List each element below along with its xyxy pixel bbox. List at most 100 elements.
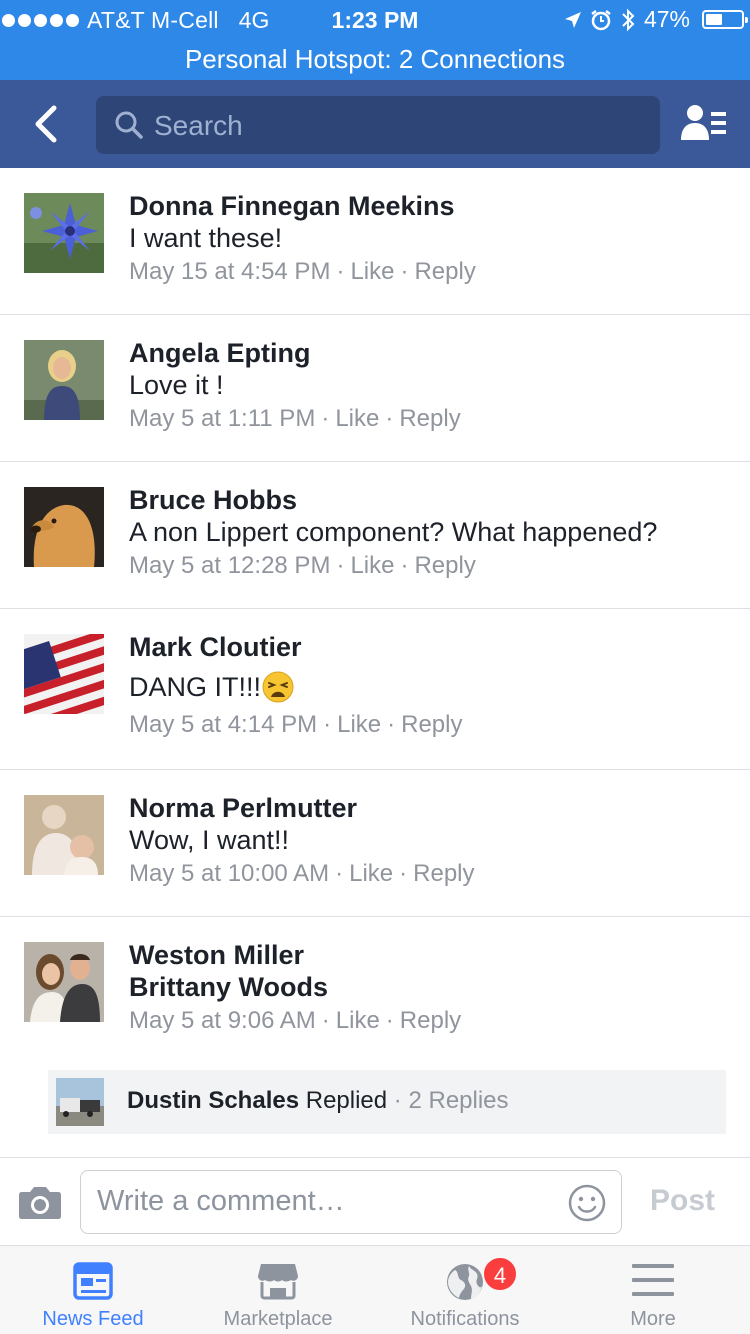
- comment-input[interactable]: Write a comment…: [80, 1170, 622, 1234]
- marketplace-icon: [258, 1264, 298, 1300]
- comment-timestamp: May 5 at 1:11 PM: [129, 405, 316, 432]
- comment-author[interactable]: Bruce Hobbs: [129, 484, 740, 516]
- comment-meta: May 5 at 9:06 AM · Like · Reply: [129, 1007, 462, 1034]
- comment-timestamp: May 15 at 4:54 PM: [129, 258, 331, 285]
- comment-text: I want these!: [129, 223, 283, 253]
- tab-notifications[interactable]: 4 Notifications: [372, 1246, 558, 1334]
- post-button[interactable]: Post: [650, 1184, 715, 1218]
- comment-meta: May 5 at 1:11 PM · Like · Reply: [129, 405, 461, 432]
- news-feed-icon: [73, 1262, 113, 1300]
- chevron-left-icon: [35, 105, 57, 143]
- avatar[interactable]: [24, 942, 104, 1022]
- comment-item: Mark Cloutier DANG IT!!! May 5 at 4:14 P…: [0, 609, 750, 770]
- comment-timestamp: May 5 at 4:14 PM: [129, 711, 318, 738]
- search-placeholder: Search: [154, 110, 243, 141]
- reply-author: Dustin Schales: [127, 1087, 300, 1114]
- menu-icon: [632, 1264, 674, 1296]
- tab-label: Marketplace: [223, 1308, 333, 1330]
- search-icon: [115, 111, 143, 139]
- back-button[interactable]: [26, 102, 66, 146]
- friends-list-button[interactable]: [680, 102, 728, 146]
- like-link[interactable]: Like: [350, 258, 394, 285]
- replies-preview-text: Dustin Schales Replied · 2 Replies: [127, 1087, 509, 1115]
- comment-meta: May 15 at 4:54 PM · Like · Reply: [129, 258, 476, 285]
- comment-body: Donna Finnegan Meekins I want these! May…: [129, 190, 740, 288]
- tab-marketplace[interactable]: Marketplace: [185, 1246, 371, 1334]
- comment-timestamp: May 5 at 9:06 AM: [129, 1007, 316, 1034]
- comment-timestamp: May 5 at 12:28 PM: [129, 552, 331, 579]
- search-input[interactable]: Search: [96, 96, 660, 154]
- tab-news-feed[interactable]: News Feed: [0, 1246, 186, 1334]
- nav-bar: Search: [0, 80, 750, 168]
- comment-author[interactable]: Weston Miller: [129, 939, 740, 971]
- comment-body: Bruce Hobbs A non Lippert component? Wha…: [129, 484, 740, 582]
- bluetooth-icon: [622, 8, 635, 31]
- tab-more[interactable]: More: [560, 1246, 746, 1334]
- comment-body: Weston Miller Brittany Woods May 5 at 9:…: [129, 939, 740, 1037]
- like-link[interactable]: Like: [335, 405, 379, 432]
- tagged-person[interactable]: Brittany Woods: [129, 971, 740, 1003]
- avatar[interactable]: [24, 634, 104, 714]
- reply-separator: ·: [393, 1087, 402, 1114]
- comment-body: Norma Perlmutter Wow, I want!! May 5 at …: [129, 792, 740, 890]
- like-link[interactable]: Like: [350, 552, 394, 579]
- reply-link[interactable]: Reply: [400, 1007, 461, 1034]
- comment-meta: May 5 at 12:28 PM · Like · Reply: [129, 552, 476, 579]
- comment-author[interactable]: Mark Cloutier: [129, 631, 740, 663]
- battery-icon: [702, 10, 748, 29]
- comment-item: Donna Finnegan Meekins I want these! May…: [0, 168, 750, 315]
- avatar[interactable]: [24, 340, 104, 420]
- hotspot-banner[interactable]: Personal Hotspot: 2 Connections: [0, 40, 750, 80]
- comment-timestamp: May 5 at 10:00 AM: [129, 860, 330, 887]
- location-arrow-icon: [564, 11, 581, 28]
- tab-label: Notifications: [410, 1308, 520, 1330]
- comment-text: A non Lippert component? What happened?: [129, 517, 658, 547]
- comment-input-placeholder: Write a comment…: [97, 1185, 345, 1217]
- status-bar-right: 47%: [564, 6, 748, 33]
- comment-body: Angela Epting Love it ! May 5 at 1:11 PM…: [129, 337, 740, 435]
- comment-text: DANG IT!!!: [129, 672, 262, 702]
- comment-author[interactable]: Donna Finnegan Meekins: [129, 190, 740, 222]
- battery-percentage: 47%: [643, 6, 690, 32]
- reply-link[interactable]: Reply: [414, 552, 475, 579]
- like-link[interactable]: Like: [337, 711, 381, 738]
- comment-body: Mark Cloutier DANG IT!!! May 5 at 4:14 P…: [129, 631, 740, 741]
- tab-bar: News Feed Marketplace 4 Notifications Mo…: [0, 1245, 750, 1334]
- weary-face-emoji-icon: [262, 671, 294, 703]
- like-link[interactable]: Like: [336, 1007, 380, 1034]
- reply-avatar: [56, 1078, 104, 1126]
- comment-composer: Write a comment… Post: [0, 1157, 750, 1245]
- avatar[interactable]: [24, 795, 104, 875]
- comment-author[interactable]: Norma Perlmutter: [129, 792, 740, 824]
- comment-item: Angela Epting Love it ! May 5 at 1:11 PM…: [0, 315, 750, 462]
- comment-item: Bruce Hobbs A non Lippert component? Wha…: [0, 462, 750, 609]
- like-link[interactable]: Like: [349, 860, 393, 887]
- reply-link[interactable]: Reply: [413, 860, 474, 887]
- reply-link[interactable]: Reply: [399, 405, 460, 432]
- emoji-icon[interactable]: [567, 1183, 607, 1223]
- comment-text-row: DANG IT!!!: [129, 671, 740, 703]
- reply-count: 2 Replies: [408, 1087, 509, 1114]
- comment-item: Norma Perlmutter Wow, I want!! May 5 at …: [0, 770, 750, 917]
- friends-list-icon: [681, 105, 726, 140]
- tab-label: More: [630, 1308, 676, 1330]
- comment-text: Love it !: [129, 370, 224, 400]
- globe-icon: [447, 1264, 483, 1300]
- comment-list: Donna Finnegan Meekins I want these! May…: [0, 168, 750, 1158]
- notification-badge: 4: [482, 1256, 518, 1292]
- replies-preview[interactable]: Dustin Schales Replied · 2 Replies: [48, 1070, 726, 1134]
- camera-button[interactable]: [18, 1184, 62, 1225]
- tab-label: News Feed: [42, 1308, 144, 1330]
- avatar[interactable]: [24, 193, 104, 273]
- avatar[interactable]: [24, 487, 104, 567]
- comment-meta: May 5 at 10:00 AM · Like · Reply: [129, 860, 475, 887]
- reply-action: Replied: [305, 1087, 388, 1114]
- camera-icon: [19, 1187, 61, 1219]
- status-bar: AT&T M-Cell 4G 1:23 PM 47%: [0, 0, 750, 40]
- reply-link[interactable]: Reply: [414, 258, 475, 285]
- reply-link[interactable]: Reply: [401, 711, 462, 738]
- comment-author[interactable]: Angela Epting: [129, 337, 740, 369]
- alarm-icon: [591, 9, 611, 30]
- comment-meta: May 5 at 4:14 PM · Like · Reply: [129, 711, 463, 738]
- comment-text: Wow, I want!!: [129, 825, 290, 855]
